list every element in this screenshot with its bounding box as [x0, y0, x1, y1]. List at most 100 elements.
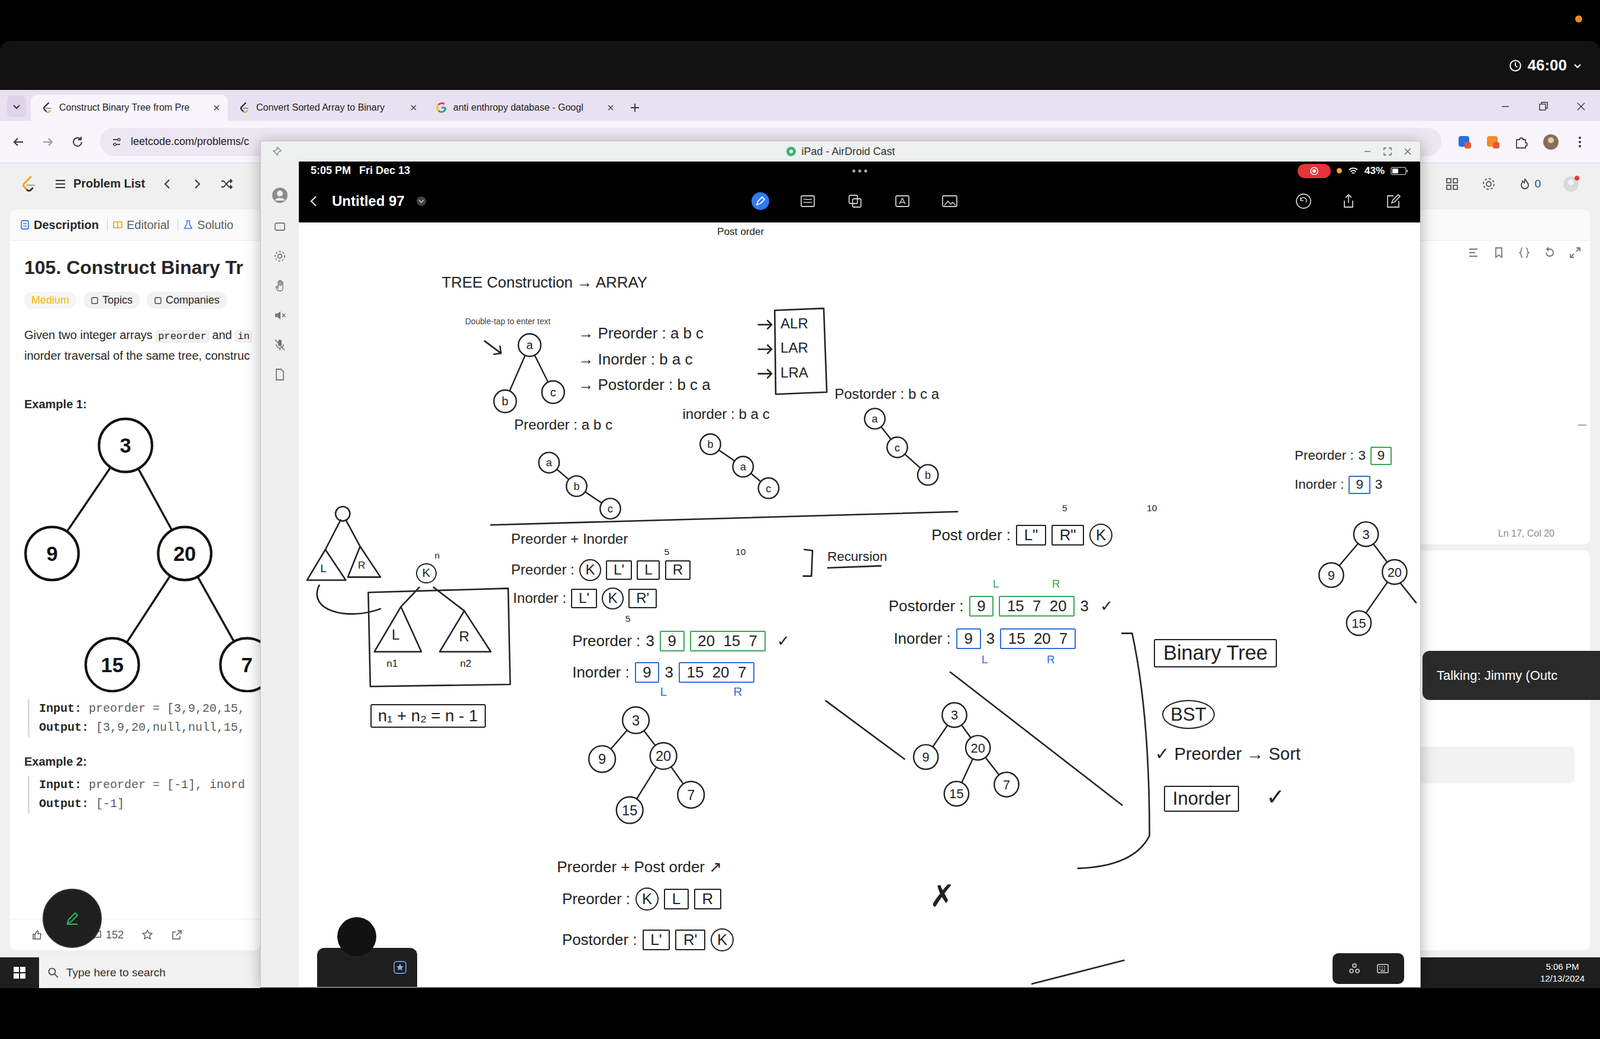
pencil-palette[interactable] — [317, 947, 418, 987]
ink-note: n1 — [386, 657, 398, 670]
tree-node-circle — [600, 498, 621, 519]
title-menu-icon[interactable] — [415, 195, 428, 208]
note-button[interactable] — [42, 888, 102, 948]
extension-icon[interactable] — [1485, 134, 1501, 150]
tag-label: Companies — [165, 294, 220, 307]
streak-counter[interactable]: 0 — [1517, 176, 1541, 192]
tree-node-circle — [1382, 559, 1407, 585]
back-icon[interactable] — [11, 134, 26, 150]
tag-chip[interactable]: Companies — [146, 291, 227, 309]
book-icon — [112, 219, 124, 231]
settings-icon[interactable] — [272, 249, 287, 264]
check-mark: ✓ — [1100, 597, 1114, 616]
hand-icon[interactable] — [272, 278, 287, 293]
tree-node: 20 — [1382, 559, 1407, 585]
user-icon[interactable] — [271, 186, 289, 205]
text-box-icon[interactable] — [891, 190, 914, 212]
reset-icon[interactable] — [1543, 246, 1557, 260]
gear-icon[interactable] — [1481, 176, 1497, 192]
browser-tab[interactable]: anti enthropy database - Googl — [424, 94, 622, 121]
fullscreen-icon[interactable] — [1382, 146, 1393, 157]
taskbar-clock[interactable]: 5:06 PM12/13/2024 — [1540, 960, 1600, 985]
undo-icon[interactable] — [1294, 192, 1313, 211]
file-icon[interactable] — [272, 367, 287, 382]
start-button[interactable] — [0, 957, 40, 989]
search-placeholder: Type here to search — [66, 966, 166, 980]
shuffle-icon[interactable] — [219, 176, 234, 192]
array-cell: R — [665, 560, 691, 580]
array-cell: R — [694, 888, 722, 910]
thumbs-up-icon[interactable] — [31, 928, 44, 941]
panel-tab[interactable]: Description — [19, 218, 108, 232]
pen-mode-icon[interactable] — [749, 190, 772, 212]
timer[interactable]: 46:00 — [1508, 56, 1583, 75]
array-cell: 3 — [1357, 447, 1366, 464]
tree-node: 7 — [677, 781, 705, 809]
shapes-icon[interactable] — [844, 190, 866, 212]
browser-tab[interactable]: Convert Sorted Array to Binary — [227, 94, 425, 121]
layout-grid-icon[interactable] — [1444, 176, 1460, 192]
tree-node-label: 7 — [241, 653, 253, 677]
minimize-icon[interactable] — [1499, 100, 1512, 113]
taskbar-search[interactable]: Type here to search — [39, 957, 261, 989]
speaker-muted-icon[interactable] — [272, 308, 287, 323]
more-menu-icon[interactable] — [1572, 134, 1587, 150]
pin-icon[interactable] — [271, 146, 283, 157]
bookmark-icon[interactable] — [1492, 246, 1506, 260]
share-icon[interactable] — [1339, 192, 1358, 211]
description-segment: Given two integer arrays — [24, 328, 156, 342]
note-canvas[interactable]: abcabcbacacb39201573920157392015Post ord… — [298, 222, 1421, 987]
tree-node-label: 3 — [631, 713, 640, 729]
mic-muted-icon[interactable] — [272, 337, 287, 353]
format-icon[interactable] — [1466, 246, 1480, 260]
new-tab-icon[interactable] — [628, 101, 641, 114]
close-icon[interactable] — [212, 103, 221, 112]
airdroid-logo-icon — [785, 146, 797, 157]
share-icon[interactable] — [171, 928, 183, 941]
restore-icon[interactable] — [1537, 100, 1550, 113]
forward-icon[interactable] — [40, 134, 56, 150]
panel-tab[interactable]: Editorial — [112, 218, 179, 232]
image-icon[interactable] — [939, 190, 961, 212]
multitasking-dots-icon[interactable] — [850, 168, 869, 174]
profile-avatar-icon[interactable] — [1542, 133, 1560, 151]
previous-icon[interactable] — [160, 176, 175, 192]
leetcode-favicon-icon — [41, 101, 54, 114]
example-io: Input: preorder = [3,9,20,15,Output: [3,… — [27, 699, 261, 738]
close-icon[interactable] — [606, 103, 615, 112]
airdroid-title-bar[interactable]: iPad - AirDroid Cast — [260, 141, 1421, 162]
expand-icon[interactable] — [1568, 246, 1582, 260]
ink-stroke — [1031, 960, 1124, 985]
tab-search-button[interactable] — [7, 95, 27, 118]
screenshot-icon[interactable] — [272, 219, 287, 234]
testcase-field[interactable] — [1418, 746, 1575, 784]
star-icon[interactable] — [141, 928, 154, 941]
back-chevron-icon[interactable] — [307, 194, 322, 209]
clock-icon — [1508, 59, 1522, 73]
ink-note: Recursion — [827, 549, 887, 566]
difficulty-badge[interactable]: Medium — [24, 291, 77, 309]
tag-chip[interactable]: Topics — [83, 291, 140, 309]
panel-tab[interactable]: Solutio — [182, 218, 234, 232]
note-title[interactable]: Untitled 97 — [331, 192, 405, 210]
close-icon[interactable] — [1402, 146, 1414, 157]
close-window-icon[interactable] — [1575, 100, 1587, 113]
window-controls — [1499, 100, 1600, 113]
pages-icon[interactable] — [797, 190, 819, 212]
new-note-icon[interactable] — [1384, 192, 1403, 211]
next-icon[interactable] — [189, 176, 205, 192]
browser-tab[interactable]: Construct Binary Tree from Pre — [30, 94, 228, 121]
leetcode-logo-icon[interactable] — [20, 175, 38, 193]
puzzle-icon[interactable] — [1513, 134, 1529, 150]
close-icon[interactable] — [409, 103, 418, 112]
site-info-icon[interactable] — [110, 136, 123, 148]
user-avatar[interactable] — [1562, 175, 1580, 193]
minimize-icon[interactable] — [1362, 146, 1373, 157]
tree-node-circle — [942, 702, 967, 728]
tree-node: 3 — [942, 702, 967, 728]
braces-icon[interactable] — [1517, 246, 1531, 260]
problem-list-button[interactable]: Problem List — [53, 176, 145, 192]
view-tools[interactable] — [1332, 953, 1405, 985]
reload-icon[interactable] — [70, 134, 85, 150]
extension-icon[interactable] — [1456, 134, 1473, 150]
